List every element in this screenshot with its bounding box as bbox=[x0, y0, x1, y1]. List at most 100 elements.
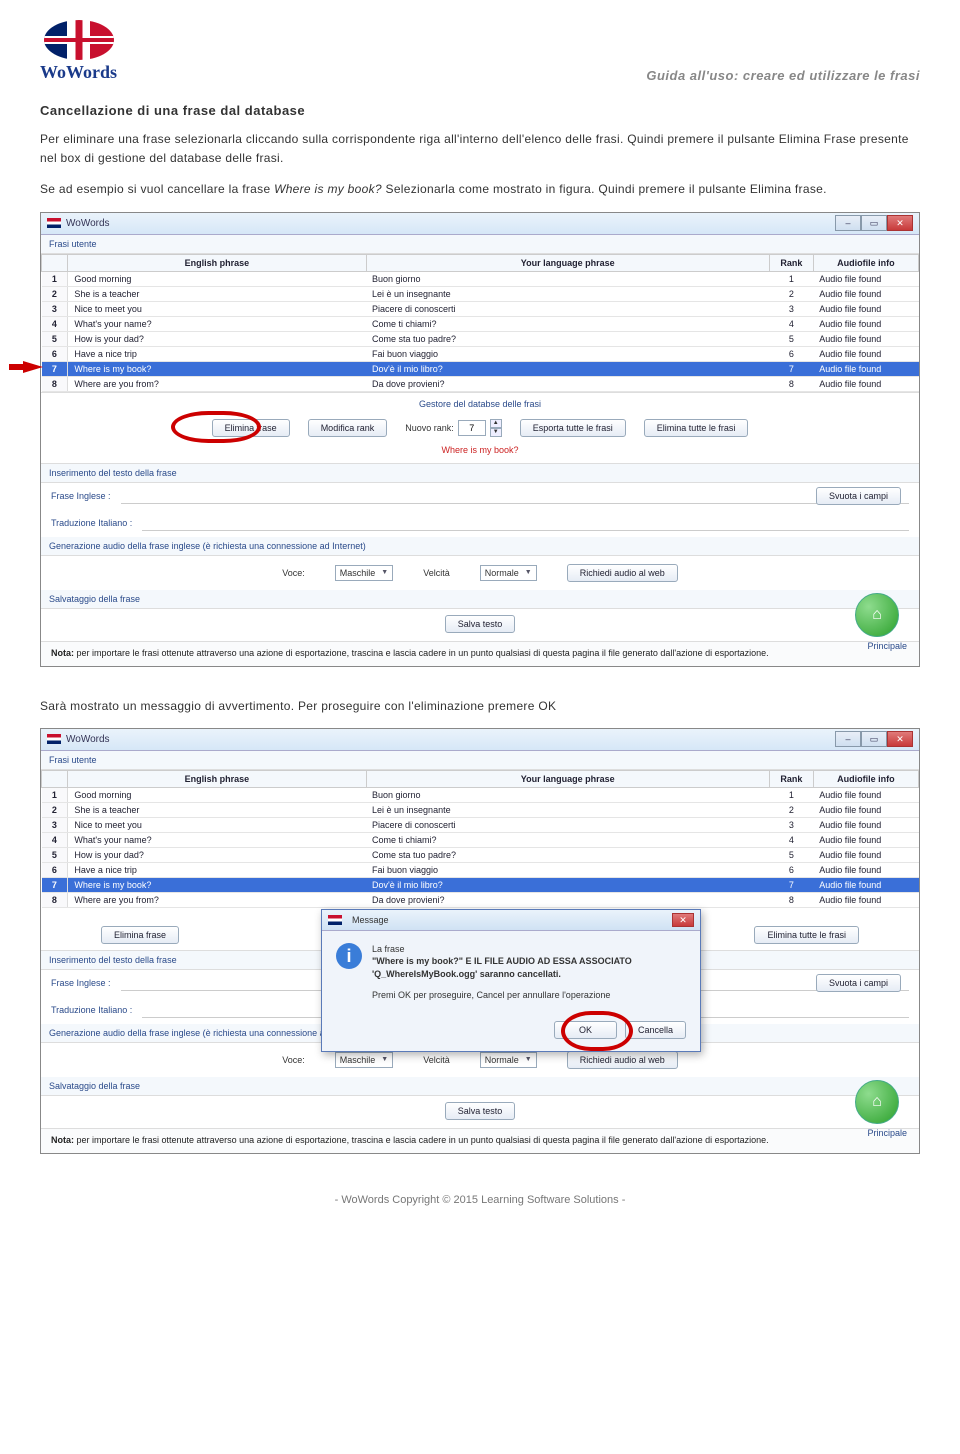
dialog-titlebar: Message ✕ bbox=[322, 910, 700, 931]
velocita-select[interactable]: Normale▼ bbox=[480, 565, 537, 581]
table-row[interactable]: 4What's your name?Come ti chiami?4Audio … bbox=[42, 832, 919, 847]
table-row[interactable]: 3Nice to meet youPiacere di conoscerti3A… bbox=[42, 301, 919, 316]
elimina-tutte-button[interactable]: Elimina tutte le frasi bbox=[754, 926, 859, 944]
page-header: WoWords Guida all'uso: creare ed utilizz… bbox=[40, 20, 920, 83]
salva-testo-button[interactable]: Salva testo bbox=[445, 615, 516, 633]
panel-gen-audio: Generazione audio della frase inglese (è… bbox=[41, 537, 919, 556]
paragraph-1: Per eliminare una frase selezionarla cli… bbox=[40, 130, 920, 168]
minimize-button[interactable]: – bbox=[835, 731, 861, 747]
gen-audio-row: Voce: Maschile▼ Velcità Normale▼ Richied… bbox=[41, 556, 919, 590]
maximize-button[interactable]: ▭ bbox=[861, 731, 887, 747]
logo-text: WoWords bbox=[40, 62, 117, 83]
voce-select[interactable]: Maschile▼ bbox=[335, 1052, 393, 1068]
window-title: WoWords bbox=[66, 734, 835, 745]
salva-testo-button[interactable]: Salva testo bbox=[445, 1102, 516, 1120]
label-traduzione: Traduzione Italiano : bbox=[51, 518, 132, 528]
voce-select[interactable]: Maschile▼ bbox=[335, 565, 393, 581]
chevron-down-icon: ▼ bbox=[525, 569, 532, 576]
voce-label: Voce: bbox=[282, 1055, 305, 1065]
chevron-down-icon: ▼ bbox=[381, 569, 388, 576]
window-title: WoWords bbox=[66, 218, 835, 229]
elimina-tutte-button[interactable]: Elimina tutte le frasi bbox=[644, 419, 749, 437]
dialog-close-button[interactable]: ✕ bbox=[672, 913, 694, 927]
panel-user-phrases: Frasi utente bbox=[41, 751, 919, 770]
p2-phrase: Where is my book? bbox=[274, 182, 382, 196]
close-button[interactable]: ✕ bbox=[887, 731, 913, 747]
label-frase-inglese: Frase Inglese : bbox=[51, 491, 111, 501]
col-rank: Rank bbox=[769, 770, 813, 787]
table-row[interactable]: 6Have a nice tripFai buon viaggio6Audio … bbox=[42, 862, 919, 877]
panel-save: Salvataggio della frase bbox=[41, 1077, 919, 1096]
cancella-button[interactable]: Cancella bbox=[625, 1021, 686, 1039]
esporta-button[interactable]: Esporta tutte le frasi bbox=[520, 419, 626, 437]
current-phrase: Where is my book? bbox=[41, 445, 919, 463]
elimina-frase-button[interactable]: Elimina frase bbox=[101, 926, 179, 944]
col-audio: Audiofile info bbox=[813, 770, 918, 787]
phrases-table[interactable]: English phrase Your language phrase Rank… bbox=[41, 254, 919, 392]
table-row[interactable]: 8Where are you from?Da dove provieni?8Au… bbox=[42, 376, 919, 391]
nota: Nota: per importare le frasi ottenute at… bbox=[41, 641, 919, 666]
table-row-selected[interactable]: 7Where is my book?Dov'è il mio libro?7Au… bbox=[42, 361, 919, 376]
rank-stepper[interactable]: ▲▼ bbox=[490, 419, 502, 437]
app-flag-icon bbox=[328, 915, 342, 925]
app-flag-icon bbox=[47, 734, 61, 744]
table-row[interactable]: 2She is a teacherLei è un insegnante2Aud… bbox=[42, 286, 919, 301]
uk-flag-icon bbox=[44, 20, 114, 60]
nota-text: per importare le frasi ottenute attraver… bbox=[74, 648, 769, 658]
frase-inglese-input[interactable] bbox=[121, 489, 909, 504]
gestore-label: Gestore del databse delle frasi bbox=[41, 392, 919, 413]
chevron-down-icon: ▼ bbox=[381, 1056, 388, 1063]
table-row[interactable]: 8Where are you from?Da dove provieni?8Au… bbox=[42, 892, 919, 907]
nuovo-rank-label: Nuovo rank: bbox=[405, 423, 454, 433]
section-title: Cancellazione di una frase dal database bbox=[40, 103, 920, 118]
table-row[interactable]: 3Nice to meet youPiacere di conoscerti3A… bbox=[42, 817, 919, 832]
info-icon: i bbox=[336, 943, 362, 969]
col-your-lang: Your language phrase bbox=[366, 770, 769, 787]
maximize-button[interactable]: ▭ bbox=[861, 215, 887, 231]
col-english: English phrase bbox=[68, 770, 366, 787]
db-toolbar: Elimina frase Modifica rank Nuovo rank: … bbox=[41, 413, 919, 445]
window-titlebar: WoWords – ▭ ✕ bbox=[41, 729, 919, 751]
nuovo-rank-input[interactable] bbox=[458, 420, 486, 436]
message-dialog: Message ✕ i La frase "Where is my book?"… bbox=[321, 909, 701, 1052]
panel-insert: Inserimento del testo della frase bbox=[41, 463, 919, 483]
table-row[interactable]: 5How is your dad?Come sta tuo padre?5Aud… bbox=[42, 847, 919, 862]
col-english: English phrase bbox=[68, 254, 366, 271]
minimize-button[interactable]: – bbox=[835, 215, 861, 231]
table-row[interactable]: 5How is your dad?Come sta tuo padre?5Aud… bbox=[42, 331, 919, 346]
nota-bold: Nota: bbox=[51, 648, 74, 658]
svuota-campi-button[interactable]: Svuota i campi bbox=[816, 487, 901, 505]
table-row-selected[interactable]: 7Where is my book?Dov'è il mio libro?7Au… bbox=[42, 877, 919, 892]
velocita-label: Velcità bbox=[423, 1055, 450, 1065]
close-button[interactable]: ✕ bbox=[887, 215, 913, 231]
table-row[interactable]: 6Have a nice tripFai buon viaggio6Audio … bbox=[42, 346, 919, 361]
nota: Nota: per importare le frasi ottenute at… bbox=[41, 1128, 919, 1153]
nota-text: per importare le frasi ottenute attraver… bbox=[74, 1135, 769, 1145]
paragraph-3: Sarà mostrato un messaggio di avvertimen… bbox=[40, 697, 920, 716]
table-row[interactable]: 1Good morningBuon giorno1Audio file foun… bbox=[42, 787, 919, 802]
label-frase-inglese: Frase Inglese : bbox=[51, 978, 111, 988]
panel-save: Salvataggio della frase bbox=[41, 590, 919, 609]
dialog-text: La frase "Where is my book?" E IL FILE A… bbox=[372, 943, 632, 1001]
principale-button[interactable]: ⌂ bbox=[855, 593, 899, 637]
modifica-rank-button[interactable]: Modifica rank bbox=[308, 419, 388, 437]
richiedi-audio-button[interactable]: Richiedi audio al web bbox=[567, 1051, 678, 1069]
table-row[interactable]: 1Good morningBuon giorno1Audio file foun… bbox=[42, 271, 919, 286]
phrases-table[interactable]: English phrase Your language phrase Rank… bbox=[41, 770, 919, 908]
richiedi-audio-button[interactable]: Richiedi audio al web bbox=[567, 564, 678, 582]
elimina-frase-button[interactable]: Elimina frase bbox=[212, 419, 290, 437]
screenshot-1: WoWords – ▭ ✕ Frasi utente English phras… bbox=[40, 212, 920, 667]
table-row[interactable]: 2She is a teacherLei è un insegnante2Aud… bbox=[42, 802, 919, 817]
screenshot-2: WoWords – ▭ ✕ Frasi utente English phras… bbox=[40, 728, 920, 1154]
principale-label: Principale bbox=[867, 1128, 907, 1138]
velocita-select[interactable]: Normale▼ bbox=[480, 1052, 537, 1068]
traduzione-input[interactable] bbox=[142, 516, 909, 531]
principale-button[interactable]: ⌂ bbox=[855, 1080, 899, 1124]
page-footer: - WoWords Copyright © 2015 Learning Soft… bbox=[40, 1194, 920, 1206]
col-your-lang: Your language phrase bbox=[366, 254, 769, 271]
ok-button[interactable]: OK bbox=[554, 1021, 617, 1039]
p2-part-c: Selezionarla come mostrato in figura. Qu… bbox=[382, 182, 827, 196]
nuovo-rank-control: Nuovo rank: ▲▼ bbox=[405, 419, 502, 437]
table-row[interactable]: 4What's your name?Come ti chiami?4Audio … bbox=[42, 316, 919, 331]
svuota-campi-button[interactable]: Svuota i campi bbox=[816, 974, 901, 992]
